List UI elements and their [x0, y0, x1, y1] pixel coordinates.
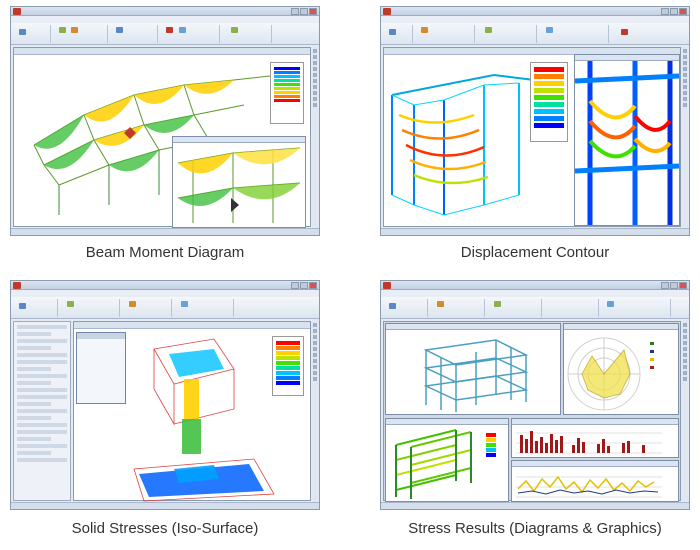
title-bar [381, 7, 689, 16]
ribbon-toolbar [381, 297, 689, 319]
view-tab-bar [74, 322, 310, 329]
status-bar [381, 228, 689, 235]
caption-stress-results: Stress Results (Diagrams & Graphics) [408, 520, 662, 537]
status-bar [11, 502, 319, 509]
screenshot-stress-results [380, 280, 690, 510]
app-logo-icon[interactable] [383, 8, 391, 15]
maximize-icon[interactable] [300, 282, 308, 289]
displacement-closeup [574, 61, 680, 225]
view-tab-bar [14, 48, 310, 55]
window-controls [661, 282, 687, 289]
right-toolbar[interactable] [682, 47, 688, 227]
window-controls [291, 282, 317, 289]
maximize-icon[interactable] [300, 8, 308, 15]
line-graph [516, 475, 662, 498]
app-logo-icon[interactable] [13, 282, 21, 289]
multi-view-area[interactable] [383, 321, 681, 502]
bar-graph [516, 431, 662, 454]
close-icon[interactable] [679, 282, 687, 289]
window-controls [291, 8, 317, 15]
menu-bar [381, 290, 689, 297]
menu-bar [11, 290, 319, 297]
second-view-window[interactable] [574, 54, 680, 226]
menu-bar [11, 16, 319, 23]
bar-graph-window[interactable] [511, 418, 679, 458]
minimize-icon[interactable] [661, 282, 669, 289]
close-icon[interactable] [679, 8, 687, 15]
caption-solid-stresses: Solid Stresses (Iso-Surface) [71, 520, 259, 537]
contour-legend [272, 336, 304, 396]
model-view[interactable] [13, 47, 311, 228]
line-graph-window[interactable] [511, 460, 679, 502]
contour-legend [270, 62, 304, 124]
polar-graph [567, 337, 654, 411]
caption-beam-moment: Beam Moment Diagram [85, 244, 245, 261]
ribbon-toolbar [381, 23, 689, 45]
right-toolbar[interactable] [312, 321, 318, 501]
stress-frame-model [395, 429, 496, 499]
close-icon[interactable] [309, 282, 317, 289]
app-logo-icon[interactable] [13, 8, 21, 15]
right-toolbar[interactable] [312, 47, 318, 227]
model-view[interactable] [383, 47, 681, 227]
minimize-icon[interactable] [291, 282, 299, 289]
screenshot-beam-moment [10, 6, 320, 236]
screenshot-displacement [380, 6, 690, 236]
menu-bar [381, 16, 689, 23]
frame-diagram [423, 339, 529, 412]
right-toolbar[interactable] [682, 321, 688, 501]
model-view[interactable] [73, 321, 311, 502]
polar-graph-window[interactable] [563, 323, 679, 415]
model-view-window[interactable] [385, 323, 561, 415]
title-bar [11, 7, 319, 16]
maximize-icon[interactable] [670, 8, 678, 15]
app-logo-icon[interactable] [383, 282, 391, 289]
window-controls [661, 8, 687, 15]
contour-legend [530, 62, 568, 142]
screenshot-solid-stresses [10, 280, 320, 510]
stress-model-window[interactable] [385, 418, 509, 502]
iso-surface-dialog[interactable] [76, 332, 126, 404]
zoom-view-model [177, 147, 301, 223]
ribbon-toolbar [11, 23, 319, 45]
ribbon-toolbar [11, 297, 319, 319]
caption-displacement: Displacement Contour [460, 244, 610, 261]
minimize-icon[interactable] [291, 8, 299, 15]
zoom-view-window[interactable] [172, 136, 306, 228]
title-bar [11, 281, 319, 290]
status-bar [381, 502, 689, 509]
maximize-icon[interactable] [670, 282, 678, 289]
minimize-icon[interactable] [661, 8, 669, 15]
title-bar [381, 281, 689, 290]
status-bar [11, 228, 319, 235]
works-tree-panel[interactable] [13, 321, 71, 501]
close-icon[interactable] [309, 8, 317, 15]
